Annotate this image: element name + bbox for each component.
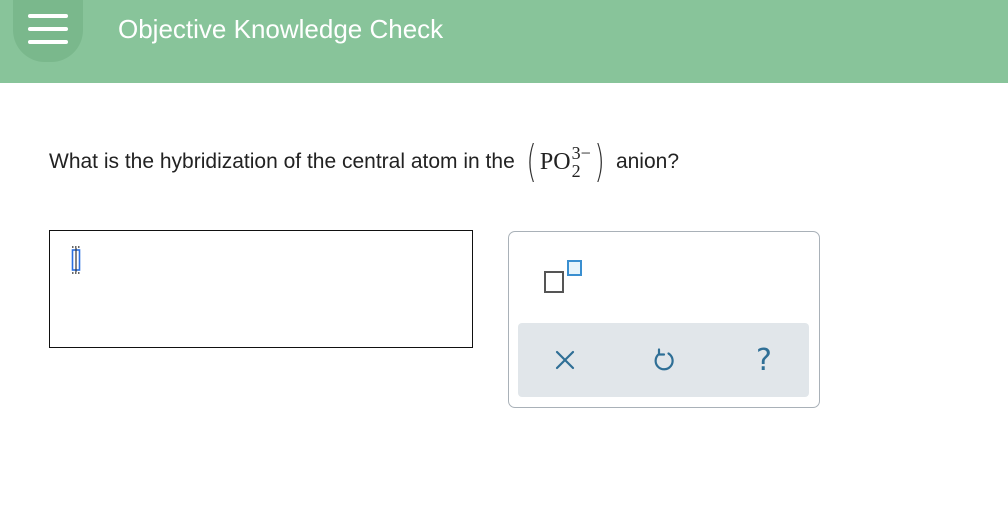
hamburger-menu-icon-line [28,40,68,44]
input-cursor-icon [71,246,81,274]
page: Objective Knowledge Check What is the hy… [0,0,1008,530]
hamburger-menu-icon-line [28,27,68,31]
question-prompt: What is the hybridization of the central… [49,136,679,188]
close-paren: ) [594,136,605,187]
menu-button[interactable] [13,0,83,62]
formula-base: PO [539,148,571,175]
superscript-button[interactable] [542,258,592,298]
formula-superscript: 3− [571,143,591,163]
math-tool-panel: ? [508,231,820,408]
page-title: Objective Knowledge Check [118,14,444,44]
superscript-box-icon [544,260,582,293]
formula-scripts: 3− 2 [572,144,591,180]
undo-button[interactable] [644,340,684,380]
undo-icon [654,348,674,371]
hamburger-menu-icon [28,14,68,18]
help-question-icon: ? [756,342,772,378]
header-bar: Objective Knowledge Check [0,0,1008,83]
question-text-end: anion? [615,150,679,173]
clear-button[interactable] [545,340,585,380]
clear-x-icon [555,350,575,370]
question-text: What is the hybridization of the central… [49,150,515,173]
open-paren: ( [526,136,537,187]
formula-body: PO 3− 2 [540,144,591,180]
chemical-formula: ( PO 3− 2 ) [523,140,608,184]
help-button[interactable]: ? [744,340,784,380]
answer-input[interactable] [49,230,473,348]
action-bar: ? [518,323,809,397]
formula-subscript: 2 [571,161,581,181]
